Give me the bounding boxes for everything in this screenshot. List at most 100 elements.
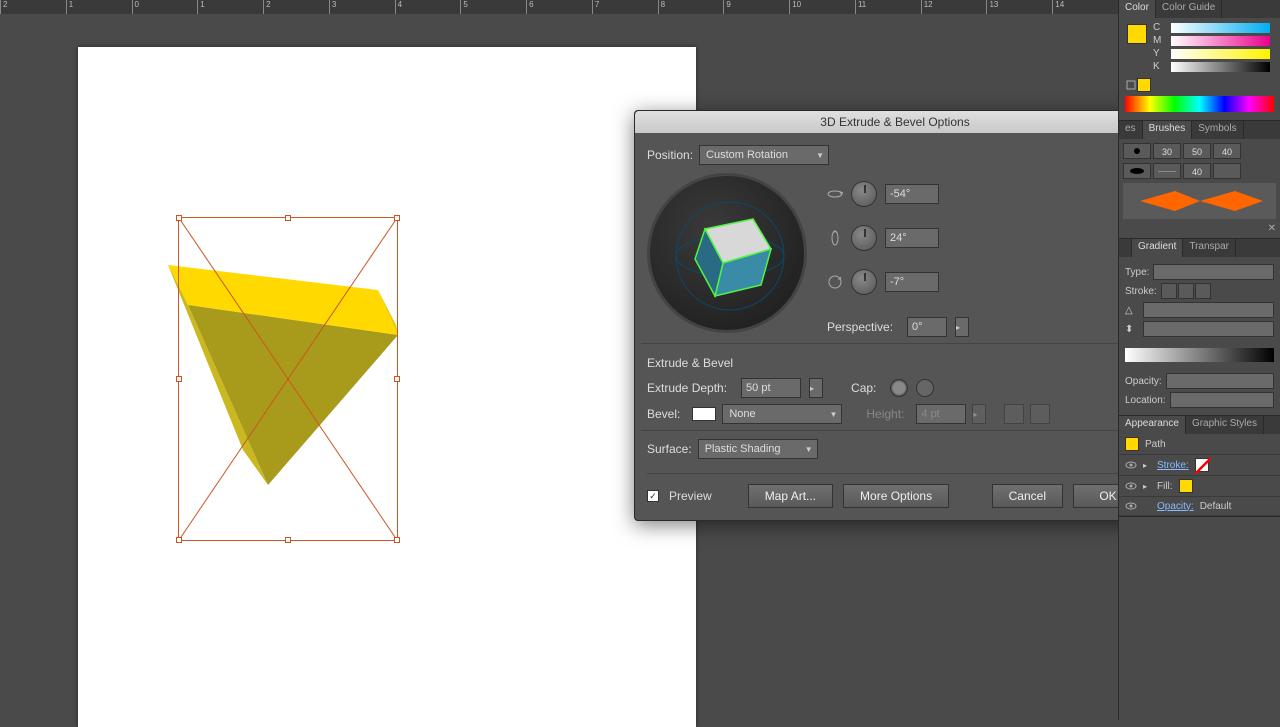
- extrude-depth-input[interactable]: [741, 378, 801, 398]
- brush-empty[interactable]: [1213, 163, 1241, 179]
- tab-brushes-prev[interactable]: es: [1119, 121, 1143, 139]
- cube-icon: [1125, 79, 1137, 91]
- cancel-button[interactable]: Cancel: [992, 484, 1063, 508]
- gradient-tab-lead: [1119, 239, 1132, 257]
- tab-brushes[interactable]: Brushes: [1143, 121, 1193, 139]
- brush-30[interactable]: 30: [1153, 143, 1181, 159]
- cap-on-button[interactable]: [890, 379, 908, 397]
- gradient-type-dropdown[interactable]: [1153, 264, 1274, 280]
- stroke-swatch[interactable]: [1195, 458, 1209, 472]
- brush-40b[interactable]: 40: [1183, 163, 1211, 179]
- stroke-mode-1[interactable]: [1161, 283, 1177, 299]
- position-label: Position:: [647, 148, 693, 162]
- appearance-stroke-row[interactable]: ▸ Stroke:: [1119, 455, 1280, 476]
- spectrum-bar[interactable]: [1125, 96, 1274, 112]
- type-label: Type:: [1125, 267, 1149, 278]
- rotate-z-input[interactable]: [885, 272, 939, 292]
- brush-line[interactable]: [1153, 163, 1181, 179]
- handle-top-left[interactable]: [176, 215, 182, 221]
- gradient-ramp[interactable]: [1125, 348, 1274, 362]
- brush-40[interactable]: 40: [1213, 143, 1241, 159]
- stroke-mode-2[interactable]: [1178, 283, 1194, 299]
- handle-mid-left[interactable]: [176, 376, 182, 382]
- bevel-dropdown[interactable]: None▼: [722, 404, 842, 424]
- eye-icon[interactable]: [1125, 459, 1137, 471]
- appearance-path-row[interactable]: Path: [1119, 434, 1280, 455]
- rotate-y-input[interactable]: [885, 228, 939, 248]
- k-slider[interactable]: [1171, 62, 1270, 72]
- handle-top-right[interactable]: [394, 215, 400, 221]
- position-dropdown[interactable]: Custom Rotation▼: [699, 145, 829, 165]
- bevel-extent-out-button: [1030, 404, 1050, 424]
- brush-50[interactable]: 50: [1183, 143, 1211, 159]
- preview-label: Preview: [669, 489, 712, 503]
- rotate-y-dial[interactable]: [851, 225, 877, 251]
- brush-dot[interactable]: [1123, 143, 1151, 159]
- map-art-button[interactable]: Map Art...: [748, 484, 833, 508]
- appearance-opacity-row[interactable]: Opacity: Default: [1119, 497, 1280, 516]
- brush-art[interactable]: [1123, 183, 1276, 219]
- perspective-stepper[interactable]: ▸: [955, 317, 969, 337]
- tab-symbols[interactable]: Symbols: [1192, 121, 1243, 139]
- y-slider[interactable]: [1171, 49, 1270, 59]
- tab-gradient[interactable]: Gradient: [1132, 239, 1183, 257]
- opacity-link[interactable]: Opacity:: [1157, 501, 1194, 512]
- gradient-opacity-input[interactable]: [1166, 373, 1274, 389]
- color-panel: Color Color Guide C M Y K: [1119, 0, 1280, 121]
- 3d-extrude-bevel-dialog[interactable]: 3D Extrude & Bevel Options Position: Cus…: [634, 110, 1156, 521]
- cap-label: Cap:: [851, 381, 876, 395]
- cap-off-button[interactable]: [916, 379, 934, 397]
- tab-transparency[interactable]: Transpar: [1183, 239, 1236, 257]
- fill-label: Fill:: [1157, 481, 1173, 492]
- appearance-fill-row[interactable]: ▸ Fill:: [1119, 476, 1280, 497]
- disclosure-icon[interactable]: ▸: [1143, 482, 1151, 491]
- tab-color-guide[interactable]: Color Guide: [1156, 0, 1222, 18]
- handle-bot-right[interactable]: [394, 537, 400, 543]
- rotate-y-icon: [827, 230, 843, 246]
- gradient-panel: Gradient Transpar Type: Stroke: △ ⬍ Opac…: [1119, 239, 1280, 416]
- gradient-angle-input[interactable]: [1143, 302, 1274, 318]
- depth-stepper[interactable]: ▸: [809, 378, 823, 398]
- tab-color[interactable]: Color: [1119, 0, 1156, 18]
- handle-top-mid[interactable]: [285, 215, 291, 221]
- artboard[interactable]: [78, 47, 696, 727]
- disclosure-icon[interactable]: ▸: [1143, 461, 1151, 470]
- fill-swatch[interactable]: [1179, 479, 1193, 493]
- bevel-swatch: [692, 407, 716, 421]
- bevel-height-stepper: ▸: [972, 404, 986, 424]
- y-label: Y: [1153, 48, 1167, 59]
- gradient-opacity-label: Opacity:: [1125, 376, 1162, 387]
- perspective-input[interactable]: [907, 317, 947, 337]
- out-of-gamut-swatch[interactable]: [1137, 78, 1151, 92]
- handle-mid-right[interactable]: [394, 376, 400, 382]
- close-icon[interactable]: ✕: [1268, 223, 1276, 234]
- handle-bot-mid[interactable]: [285, 537, 291, 543]
- dialog-title[interactable]: 3D Extrude & Bevel Options: [635, 111, 1155, 133]
- rotate-x-dial[interactable]: [851, 181, 877, 207]
- rotate-z-dial[interactable]: [851, 269, 877, 295]
- angle-icon: △: [1125, 305, 1139, 316]
- handle-bot-left[interactable]: [176, 537, 182, 543]
- stroke-link[interactable]: Stroke:: [1157, 460, 1189, 471]
- eye-icon[interactable]: [1125, 500, 1137, 512]
- more-options-button[interactable]: More Options: [843, 484, 949, 508]
- preview-checkbox[interactable]: ✓: [647, 490, 659, 502]
- fill-swatch[interactable]: [1127, 24, 1147, 44]
- m-slider[interactable]: [1171, 36, 1270, 46]
- eye-icon[interactable]: [1125, 480, 1137, 492]
- brush-oval[interactable]: [1123, 163, 1151, 179]
- perspective-label: Perspective:: [827, 320, 893, 334]
- gradient-location-input[interactable]: [1170, 392, 1274, 408]
- tab-graphic-styles[interactable]: Graphic Styles: [1186, 416, 1264, 434]
- rotate-x-input[interactable]: [885, 184, 939, 204]
- stroke-mode-3[interactable]: [1195, 283, 1211, 299]
- gradient-aspect-input[interactable]: [1143, 321, 1274, 337]
- selection-bounding-box[interactable]: [178, 217, 398, 541]
- aspect-icon: ⬍: [1125, 324, 1139, 335]
- surface-dropdown[interactable]: Plastic Shading▼: [698, 439, 818, 459]
- c-slider[interactable]: [1171, 23, 1270, 33]
- tab-appearance[interactable]: Appearance: [1119, 416, 1186, 434]
- m-label: M: [1153, 35, 1167, 46]
- path-label: Path: [1145, 439, 1166, 450]
- rotation-trackball[interactable]: [647, 173, 807, 333]
